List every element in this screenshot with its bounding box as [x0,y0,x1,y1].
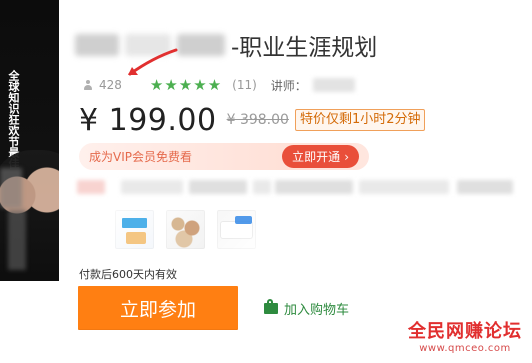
cover-blur-block [8,210,26,270]
watermark: 全民网赚论坛 www.qmceo.com [408,321,522,355]
course-meta: 428 ★★★★★ (11) 讲师： [83,75,355,95]
chevron-right-icon: › [344,149,349,164]
cover-blur-block [0,168,22,208]
cart-icon [264,298,278,314]
join-button[interactable]: 立即参加 [78,286,238,330]
vip-open-button-label: 立即开通 [292,150,341,164]
user-icon [83,80,93,90]
preview-thumbnail[interactable] [166,210,205,249]
lecturer-name-blur [312,78,355,92]
vip-open-button[interactable]: 立即开通 › [282,145,359,168]
title-blur-3 [177,34,225,56]
vip-banner-text: 成为VIP会员免费看 [89,150,192,164]
watermark-title: 全民网赚论坛 [408,321,522,342]
blurred-info-chip [275,180,353,194]
blurred-info-chip [189,180,247,194]
course-preview-thumbnails [115,210,256,249]
rating-stars: ★★★★★ [149,76,223,94]
lecturer-label: 讲师： [270,78,307,93]
blurred-info-chip [77,180,105,194]
title-blur-2 [125,34,171,56]
blurred-info-chip [121,180,183,194]
validity-text: 付款后600天内有效 [79,268,177,281]
course-title: -职业生涯规划 [75,28,377,62]
blurred-info-chip [457,180,513,194]
original-price: ¥ 398.00 [226,112,289,128]
course-cover-image: 全球知识狂欢节最佳 [0,0,59,281]
add-to-cart-label: 加入购物车 [284,302,350,318]
course-title-text: -职业生涯规划 [231,35,378,61]
add-to-cart-button[interactable]: 加入购物车 [264,296,349,320]
watermark-url: www.qmceo.com [419,343,511,354]
blurred-info-chip [359,180,449,194]
current-price: ¥ 199.00 [79,102,217,138]
vip-banner: 成为VIP会员免费看 立即开通 › [79,143,369,170]
join-button-label: 立即参加 [119,298,196,321]
title-blur-1 [75,34,119,56]
countdown-badge: 特价仅剩1小时2分钟 [294,109,426,131]
views-count: 428 [99,78,122,92]
rating-count: (11) [232,78,257,92]
blurred-info-row [77,180,517,194]
blurred-info-chip [253,180,271,194]
preview-thumbnail[interactable] [115,210,154,249]
price-row: ¥ 199.00 ¥ 398.00 特价仅剩1小时2分钟 [79,100,426,140]
preview-thumbnail[interactable] [217,210,256,249]
